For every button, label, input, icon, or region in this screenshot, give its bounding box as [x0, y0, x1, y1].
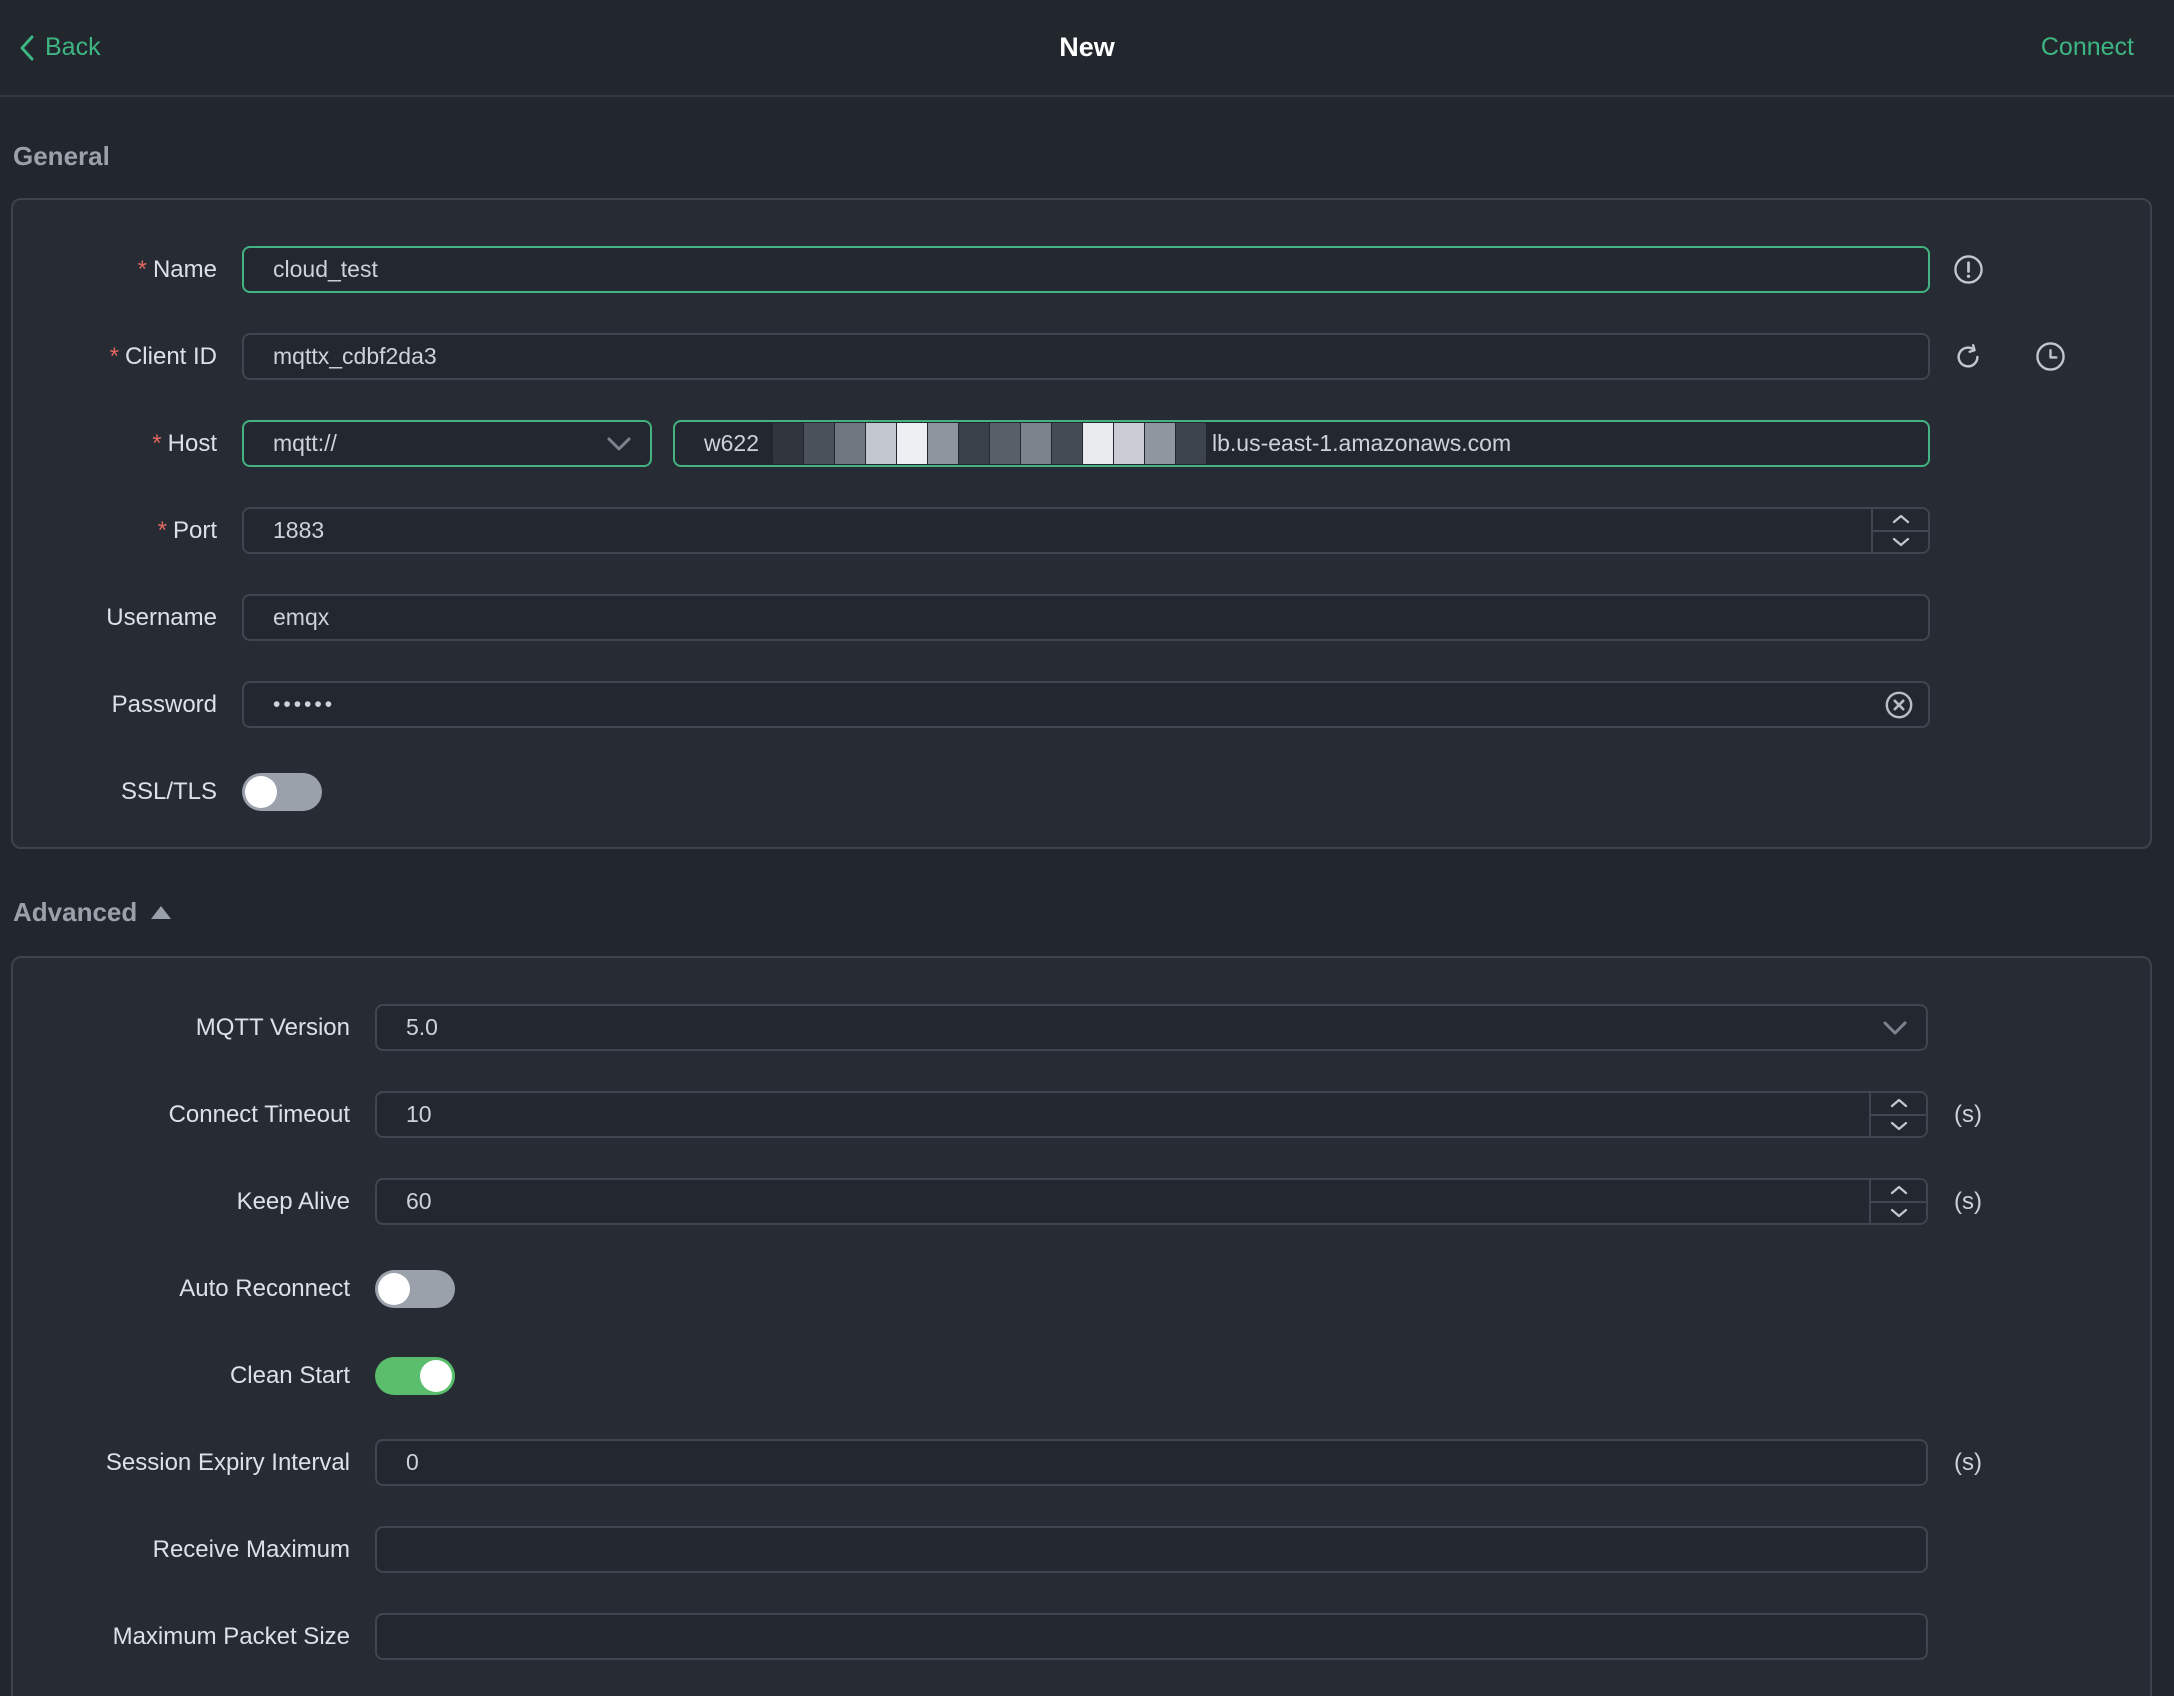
required-asterisk: * [137, 255, 147, 283]
back-button[interactable]: Back [18, 33, 101, 62]
host-value-suffix: lb.us-east-1.amazonaws.com [1211, 430, 1512, 456]
password-row: Password [13, 681, 2150, 728]
mqtt-version-value: 5.0 [406, 1014, 438, 1040]
session-expiry-row: Session Expiry Interval (s) [13, 1439, 2150, 1486]
mqtt-version-row: MQTT Version 5.0 [13, 1004, 2150, 1051]
max-packet-size-input[interactable] [375, 1613, 1928, 1660]
clean-start-toggle[interactable] [375, 1356, 455, 1395]
username-input[interactable] [242, 594, 1930, 641]
port-input[interactable] [242, 507, 1930, 554]
clock-icon[interactable] [2034, 341, 2066, 373]
connect-timeout-unit: (s) [1954, 1100, 1982, 1128]
auto-reconnect-label: Auto Reconnect [179, 1274, 350, 1302]
advanced-panel: MQTT Version 5.0 Connect Timeout 10 (s) … [11, 956, 2152, 1696]
keep-alive-unit: (s) [1954, 1187, 1982, 1215]
chevron-up-icon[interactable] [1871, 1180, 1926, 1203]
chevron-down-icon [1882, 1020, 1908, 1036]
host-protocol-value: mqtt:// [273, 430, 337, 456]
auto-reconnect-row: Auto Reconnect [13, 1265, 2150, 1312]
client-id-input[interactable] [242, 333, 1930, 380]
ssl-toggle[interactable] [242, 772, 322, 811]
chevron-down-icon[interactable] [1871, 1202, 1926, 1223]
keep-alive-label: Keep Alive [236, 1187, 350, 1215]
max-packet-size-label: Maximum Packet Size [112, 1622, 350, 1650]
alert-circle-icon[interactable] [1952, 254, 1984, 286]
back-label: Back [45, 33, 101, 61]
name-row: * Name [13, 246, 2150, 293]
chevron-down-icon[interactable] [1873, 531, 1928, 552]
connect-timeout-row: Connect Timeout (s) [13, 1091, 2150, 1138]
client-id-label: Client ID [124, 342, 217, 370]
receive-maximum-row: Receive Maximum [13, 1526, 2150, 1573]
keep-alive-input[interactable] [375, 1178, 1928, 1225]
name-label: Name [152, 255, 217, 283]
triangle-up-icon [150, 905, 172, 920]
session-expiry-unit: (s) [1954, 1448, 1982, 1476]
chevron-up-icon[interactable] [1871, 1093, 1926, 1116]
top-bar: Back New Connect [0, 0, 2174, 97]
chevron-down-icon[interactable] [1871, 1115, 1926, 1136]
advanced-section-heading[interactable]: Advanced [13, 897, 2152, 928]
session-expiry-label: Session Expiry Interval [105, 1448, 350, 1476]
toggle-knob [420, 1359, 452, 1392]
page-title: New [1059, 32, 1115, 62]
circle-close-icon[interactable] [1884, 690, 1914, 720]
client-id-row: * Client ID [13, 333, 2150, 380]
auto-reconnect-toggle[interactable] [375, 1269, 455, 1308]
session-expiry-input[interactable] [375, 1439, 1928, 1486]
connect-timeout-input[interactable] [375, 1091, 1928, 1138]
required-asterisk: * [152, 429, 162, 457]
clean-start-row: Clean Start [13, 1352, 2150, 1399]
toggle-knob [245, 775, 277, 808]
new-connection-window: Back New Connect General *Name *Client I… [0, 0, 2174, 1696]
username-label: Username [106, 603, 217, 631]
keep-alive-stepper [1869, 1180, 1926, 1223]
max-packet-size-row: Maximum Packet Size [13, 1613, 2150, 1660]
chevron-left-icon [18, 34, 36, 62]
mqtt-version-select[interactable]: 5.0 [375, 1004, 1928, 1051]
host-row: * Host mqtt:// w622 lb.us-east-1.amazonaw… [13, 420, 2150, 467]
mqtt-version-label: MQTT Version [195, 1013, 350, 1041]
keep-alive-row: Keep Alive (s) [13, 1178, 2150, 1225]
host-input[interactable]: w622 lb.us-east-1.amazonaws.com [673, 420, 1930, 467]
advanced-heading-label: Advanced [13, 897, 138, 927]
username-row: Username [13, 594, 2150, 641]
host-value-prefix: w622 [704, 430, 759, 456]
password-label: Password [111, 690, 217, 718]
host-protocol-select[interactable]: mqtt:// [242, 420, 652, 467]
required-asterisk: * [157, 516, 167, 544]
receive-maximum-input[interactable] [375, 1526, 1928, 1573]
chevron-down-icon [606, 436, 632, 452]
required-asterisk: * [109, 342, 119, 370]
form-content: General *Name *Client ID [0, 141, 2174, 1696]
general-panel: *Name *Client ID [11, 198, 2152, 849]
port-stepper [1871, 509, 1928, 552]
connect-button[interactable]: Connect [2041, 33, 2134, 62]
host-label: Host [167, 429, 217, 457]
ssl-row: SSL/TLS [13, 768, 2150, 815]
connect-timeout-stepper [1869, 1093, 1926, 1136]
general-section-heading: General [13, 141, 2152, 172]
refresh-icon[interactable] [1952, 341, 1984, 373]
receive-maximum-label: Receive Maximum [152, 1535, 350, 1563]
password-input[interactable] [242, 681, 1930, 728]
ssl-label: SSL/TLS [120, 777, 217, 805]
port-label: Port [172, 516, 217, 544]
toggle-knob [378, 1272, 410, 1305]
connect-timeout-label: Connect Timeout [168, 1100, 350, 1128]
name-input[interactable] [242, 246, 1930, 293]
chevron-up-icon[interactable] [1873, 509, 1928, 532]
general-heading-label: General [13, 141, 110, 171]
redacted-host-segment [772, 423, 1206, 464]
port-row: * Port [13, 507, 2150, 554]
clean-start-label: Clean Start [229, 1361, 350, 1389]
